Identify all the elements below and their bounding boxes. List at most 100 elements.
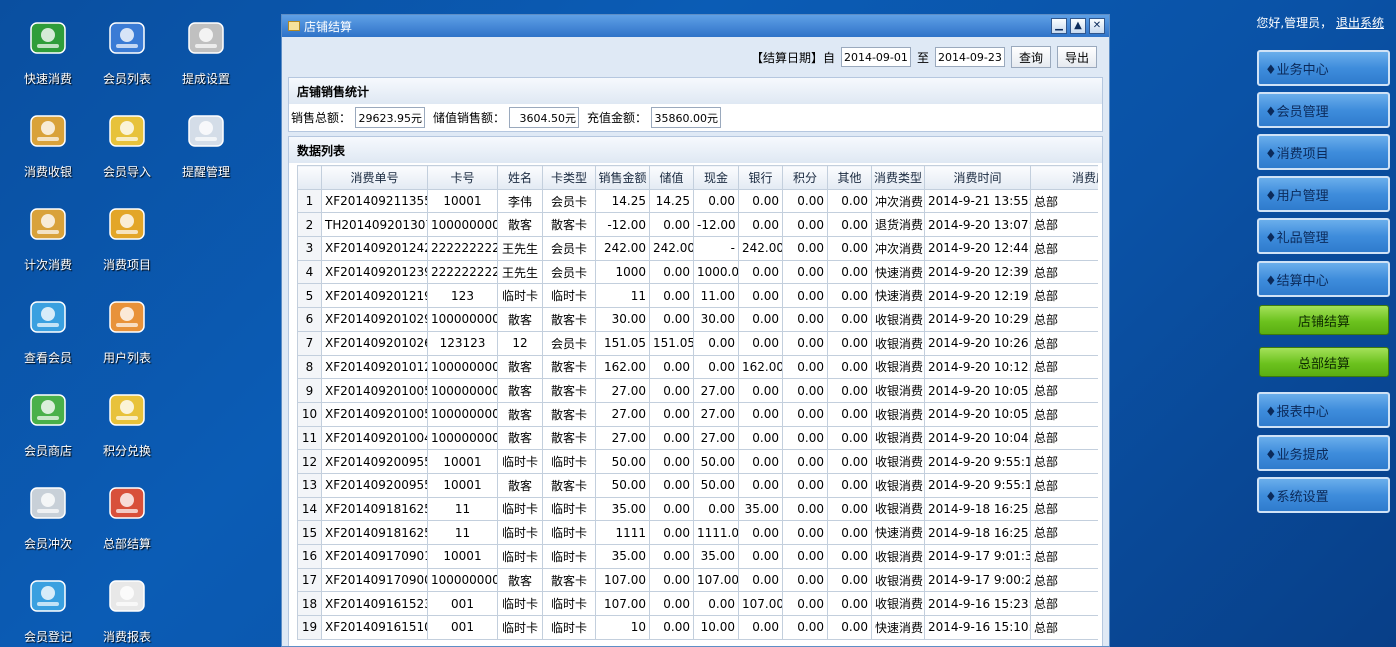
column-header[interactable]: 消费时间	[924, 165, 1031, 190]
desktop-shortcut[interactable]: 会员导入	[87, 93, 167, 183]
table-cell: 快速消费	[871, 283, 925, 309]
table-row[interactable]: 4XF201409201239232222222222王先生会员卡10000.0…	[297, 259, 1098, 285]
table-cell: 2014-9-20 12:39:23	[924, 259, 1031, 285]
desktop-shortcut[interactable]: 会员列表	[87, 0, 167, 90]
table-cell: 收银消费	[871, 544, 925, 569]
date-to-input[interactable]	[934, 47, 1005, 67]
menu-item[interactable]: ♦系统设置	[1257, 477, 1390, 513]
table-row[interactable]: 2TH201409201307261000000000散客散客卡-12.000.…	[297, 212, 1098, 238]
table-row[interactable]: 17XF201409170900271000000000散客散客卡107.000…	[297, 567, 1098, 593]
table-row[interactable]: 1XF2014092113554210001李伟会员卡14.2514.250.0…	[297, 188, 1098, 214]
desktop-shortcut[interactable]: 提成设置	[166, 0, 246, 90]
table-row[interactable]: 10XF201409201005031000000000散客散客卡27.000.…	[297, 401, 1098, 427]
table-cell: 0.00	[782, 236, 828, 261]
table-row[interactable]: 9XF201409201005231000000000散客散客卡27.000.0…	[297, 378, 1098, 403]
menu-item[interactable]: ♦业务中心	[1257, 50, 1390, 86]
column-header[interactable]: 消费店铺	[1030, 165, 1098, 190]
close-button[interactable]: ✕	[1089, 18, 1105, 34]
menu-item[interactable]: ♦报表中心	[1257, 392, 1390, 428]
table-row[interactable]: 18XF20140916152332001临时卡临时卡107.000.000.0…	[297, 591, 1098, 617]
sales-stats-header: 店铺销售统计	[289, 78, 1102, 104]
table-cell: 冲次消费	[871, 188, 925, 214]
date-from-input[interactable]	[840, 47, 911, 67]
column-header[interactable]	[297, 165, 322, 190]
table-cell: 2014-9-21 13:55:57	[924, 188, 1031, 214]
desktop-shortcut[interactable]: 总部结算	[87, 465, 167, 555]
desktop-shortcut[interactable]: 查看会员	[8, 279, 88, 369]
table-cell: 0.00	[649, 615, 694, 640]
desktop-shortcut[interactable]: 用户列表	[87, 279, 167, 369]
table-cell: 总部	[1030, 496, 1098, 522]
table-cell: 2014-9-20 10:05:03	[924, 401, 1031, 427]
menu-item[interactable]: 店铺结算	[1259, 305, 1389, 335]
menu-item[interactable]: ♦用户管理	[1257, 176, 1390, 212]
table-cell: 0.00	[738, 567, 783, 593]
query-button[interactable]: 查询	[1010, 46, 1051, 68]
column-header[interactable]: 现金	[693, 165, 739, 190]
desktop-shortcut[interactable]: 积分兑换	[87, 372, 167, 462]
table-cell: 10001	[427, 472, 498, 498]
minimize-button[interactable]: ▁	[1051, 18, 1067, 34]
maximize-button[interactable]: ▲	[1070, 18, 1086, 34]
table-cell: 退货消费	[871, 212, 925, 238]
table-row[interactable]: 12XF2014092009551910001临时卡临时卡50.000.0050…	[297, 449, 1098, 474]
table-cell: 会员卡	[542, 330, 596, 356]
desktop-shortcut[interactable]: 提醒管理	[166, 93, 246, 183]
desktop-shortcut[interactable]: 消费项目	[87, 186, 167, 276]
table-cell: 总部	[1030, 307, 1098, 332]
desktop-shortcut[interactable]: 快速消费	[8, 0, 88, 90]
desktop-shortcut[interactable]: 会员商店	[8, 372, 88, 462]
column-header[interactable]: 卡类型	[542, 165, 596, 190]
desktop-shortcut[interactable]: 消费收银	[8, 93, 88, 183]
filter-toolbar: 【结算日期】自 至 查询 导出	[282, 37, 1109, 77]
menu-item[interactable]: ♦会员管理	[1257, 92, 1390, 128]
member-import-icon	[103, 107, 151, 155]
table-cell: 0.00	[738, 472, 783, 498]
menu-item[interactable]: ♦业务提成	[1257, 435, 1390, 471]
column-header[interactable]: 卡号	[427, 165, 498, 190]
table-cell: 0.00	[827, 330, 872, 356]
export-button[interactable]: 导出	[1056, 46, 1097, 68]
table-row[interactable]: 16XF2014091709013110001临时卡临时卡35.000.0035…	[297, 544, 1098, 569]
desktop-shortcut[interactable]: 会员冲次	[8, 465, 88, 555]
column-header[interactable]: 积分	[782, 165, 828, 190]
desktop-shortcut-label: 用户列表	[102, 351, 151, 365]
table-row[interactable]: 8XF201409201012101000000000散客散客卡162.000.…	[297, 354, 1098, 380]
table-cell: 6	[297, 307, 322, 332]
column-header[interactable]: 销售金额	[595, 165, 650, 190]
desktop-shortcut[interactable]: 计次消费	[8, 186, 88, 276]
menu-item[interactable]: ♦消费项目	[1257, 134, 1390, 170]
table-cell: 收银消费	[871, 378, 925, 403]
column-header[interactable]: 姓名	[497, 165, 543, 190]
desktop-shortcut[interactable]: 消费报表	[87, 558, 167, 647]
menu-item[interactable]: ♦礼品管理	[1257, 218, 1390, 254]
date-to-label: 至	[916, 50, 929, 65]
column-header[interactable]: 储值	[649, 165, 694, 190]
window-titlebar[interactable]: 店铺结算 ▁ ▲ ✕	[282, 15, 1109, 37]
table-cell: 李伟	[497, 188, 543, 214]
desktop-shortcut-label: 提醒管理	[181, 165, 230, 179]
menu-item[interactable]: 总部结算	[1259, 347, 1389, 377]
table-row[interactable]: 5XF20140920121915123临时卡临时卡110.0011.000.0…	[297, 283, 1098, 309]
table-row[interactable]: 14XF2014091816255011临时卡临时卡35.000.000.003…	[297, 496, 1098, 522]
table-cell: 2014-9-17 9:01:31	[924, 544, 1031, 569]
desktop-shortcut[interactable]: 会员登记	[8, 558, 88, 647]
menu-item[interactable]: ♦结算中心	[1257, 261, 1390, 297]
table-row[interactable]: 19XF20140916151047001临时卡临时卡100.0010.000.…	[297, 615, 1098, 640]
table-row[interactable]: 11XF201409201004561000000000散客散客卡27.000.…	[297, 425, 1098, 451]
table-row[interactable]: 15XF2014091816250211临时卡临时卡11110.001111.0…	[297, 520, 1098, 545]
table-cell: 0.00	[827, 496, 872, 522]
table-row[interactable]: 13XF2014092009551510001散客散客卡50.000.0050.…	[297, 472, 1098, 498]
column-header[interactable]: 其他	[827, 165, 872, 190]
table-row[interactable]: 3XF201409201242472222222222王先生会员卡242.002…	[297, 236, 1098, 261]
table-row[interactable]: 6XF201409201029161000000000散客散客卡30.000.0…	[297, 307, 1098, 332]
column-header[interactable]: 消费类型	[871, 165, 925, 190]
table-cell: 50.00	[693, 472, 739, 498]
column-header[interactable]: 银行	[738, 165, 783, 190]
table-cell: 11	[595, 283, 650, 309]
table-cell: -12.00	[693, 212, 739, 238]
column-header[interactable]: 消费单号	[321, 165, 428, 190]
logout-link[interactable]: 退出系统	[1336, 16, 1384, 30]
table-row[interactable]: 7XF2014092010262712312312会员卡151.05151.05…	[297, 330, 1098, 356]
calculator-icon	[24, 479, 72, 527]
